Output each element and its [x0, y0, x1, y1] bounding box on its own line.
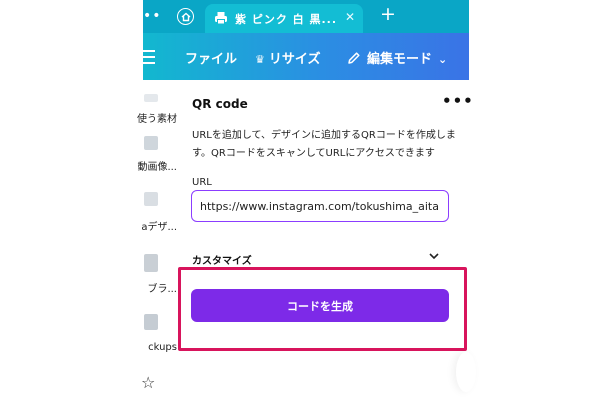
rail-item-label: ブラ...: [147, 284, 177, 295]
tab-title: 紫 ピンク 白 黒...: [235, 13, 338, 26]
panel-description: URLを追加して、デザインに追加するQRコードを作成します。QRコードをスキャン…: [192, 130, 456, 159]
editor-toolbar: ファイル ♛ リサイズ 編集モード ⌄: [143, 33, 469, 80]
side-rail: 使う素材 動画像... aデザ... ブラ... ckups ☆: [130, 80, 180, 400]
rail-item-label: 使う素材: [137, 114, 177, 125]
more-options-icon[interactable]: •••: [442, 92, 474, 110]
rail-item-label: ckups: [148, 342, 177, 353]
mockups-icon: [144, 314, 158, 330]
elements-icon: [144, 94, 158, 102]
tab-close-icon[interactable]: ✕: [345, 10, 355, 24]
url-label: URL: [192, 177, 212, 188]
home-icon: [181, 12, 190, 21]
pencil-icon: [348, 52, 360, 64]
menu-icon[interactable]: [143, 50, 155, 68]
panel-edge-shadow: [456, 352, 476, 392]
rail-item-label: aデザ...: [141, 222, 177, 233]
resize-label: リサイズ: [268, 52, 321, 67]
image-icon: [144, 136, 158, 150]
resize-button[interactable]: ♛ リサイズ: [255, 48, 321, 67]
design-icon: [144, 192, 158, 206]
home-button[interactable]: [177, 8, 194, 25]
panel-title: QR code: [192, 97, 248, 111]
browser-tab-bar: •• 紫 ピンク 白 黒... ✕ +: [143, 0, 469, 33]
star-icon[interactable]: ☆: [141, 373, 155, 392]
edit-mode-button[interactable]: 編集モード ⌄: [347, 48, 447, 67]
file-menu-button[interactable]: ファイル: [185, 48, 237, 67]
active-tab[interactable]: 紫 ピンク 白 黒... ✕: [205, 4, 363, 33]
chevron-down-icon[interactable]: [428, 250, 440, 262]
customize-section-toggle[interactable]: カスタマイズ: [192, 252, 252, 267]
qr-code-panel: QR code ••• URLを追加して、デザインに追加するQRコードを作成しま…: [180, 80, 473, 400]
url-input[interactable]: [191, 190, 449, 222]
rail-item-label: 動画像...: [137, 162, 177, 173]
crown-icon: ♛: [255, 53, 265, 66]
brand-icon: [144, 254, 158, 272]
edit-mode-label: 編集モード: [367, 52, 433, 67]
print-icon: [215, 12, 227, 25]
generate-code-button[interactable]: コードを生成: [191, 289, 449, 322]
tab-overflow-dots[interactable]: ••: [143, 8, 162, 24]
new-tab-icon[interactable]: +: [380, 5, 396, 24]
chevron-down-icon: ⌄: [438, 53, 448, 66]
